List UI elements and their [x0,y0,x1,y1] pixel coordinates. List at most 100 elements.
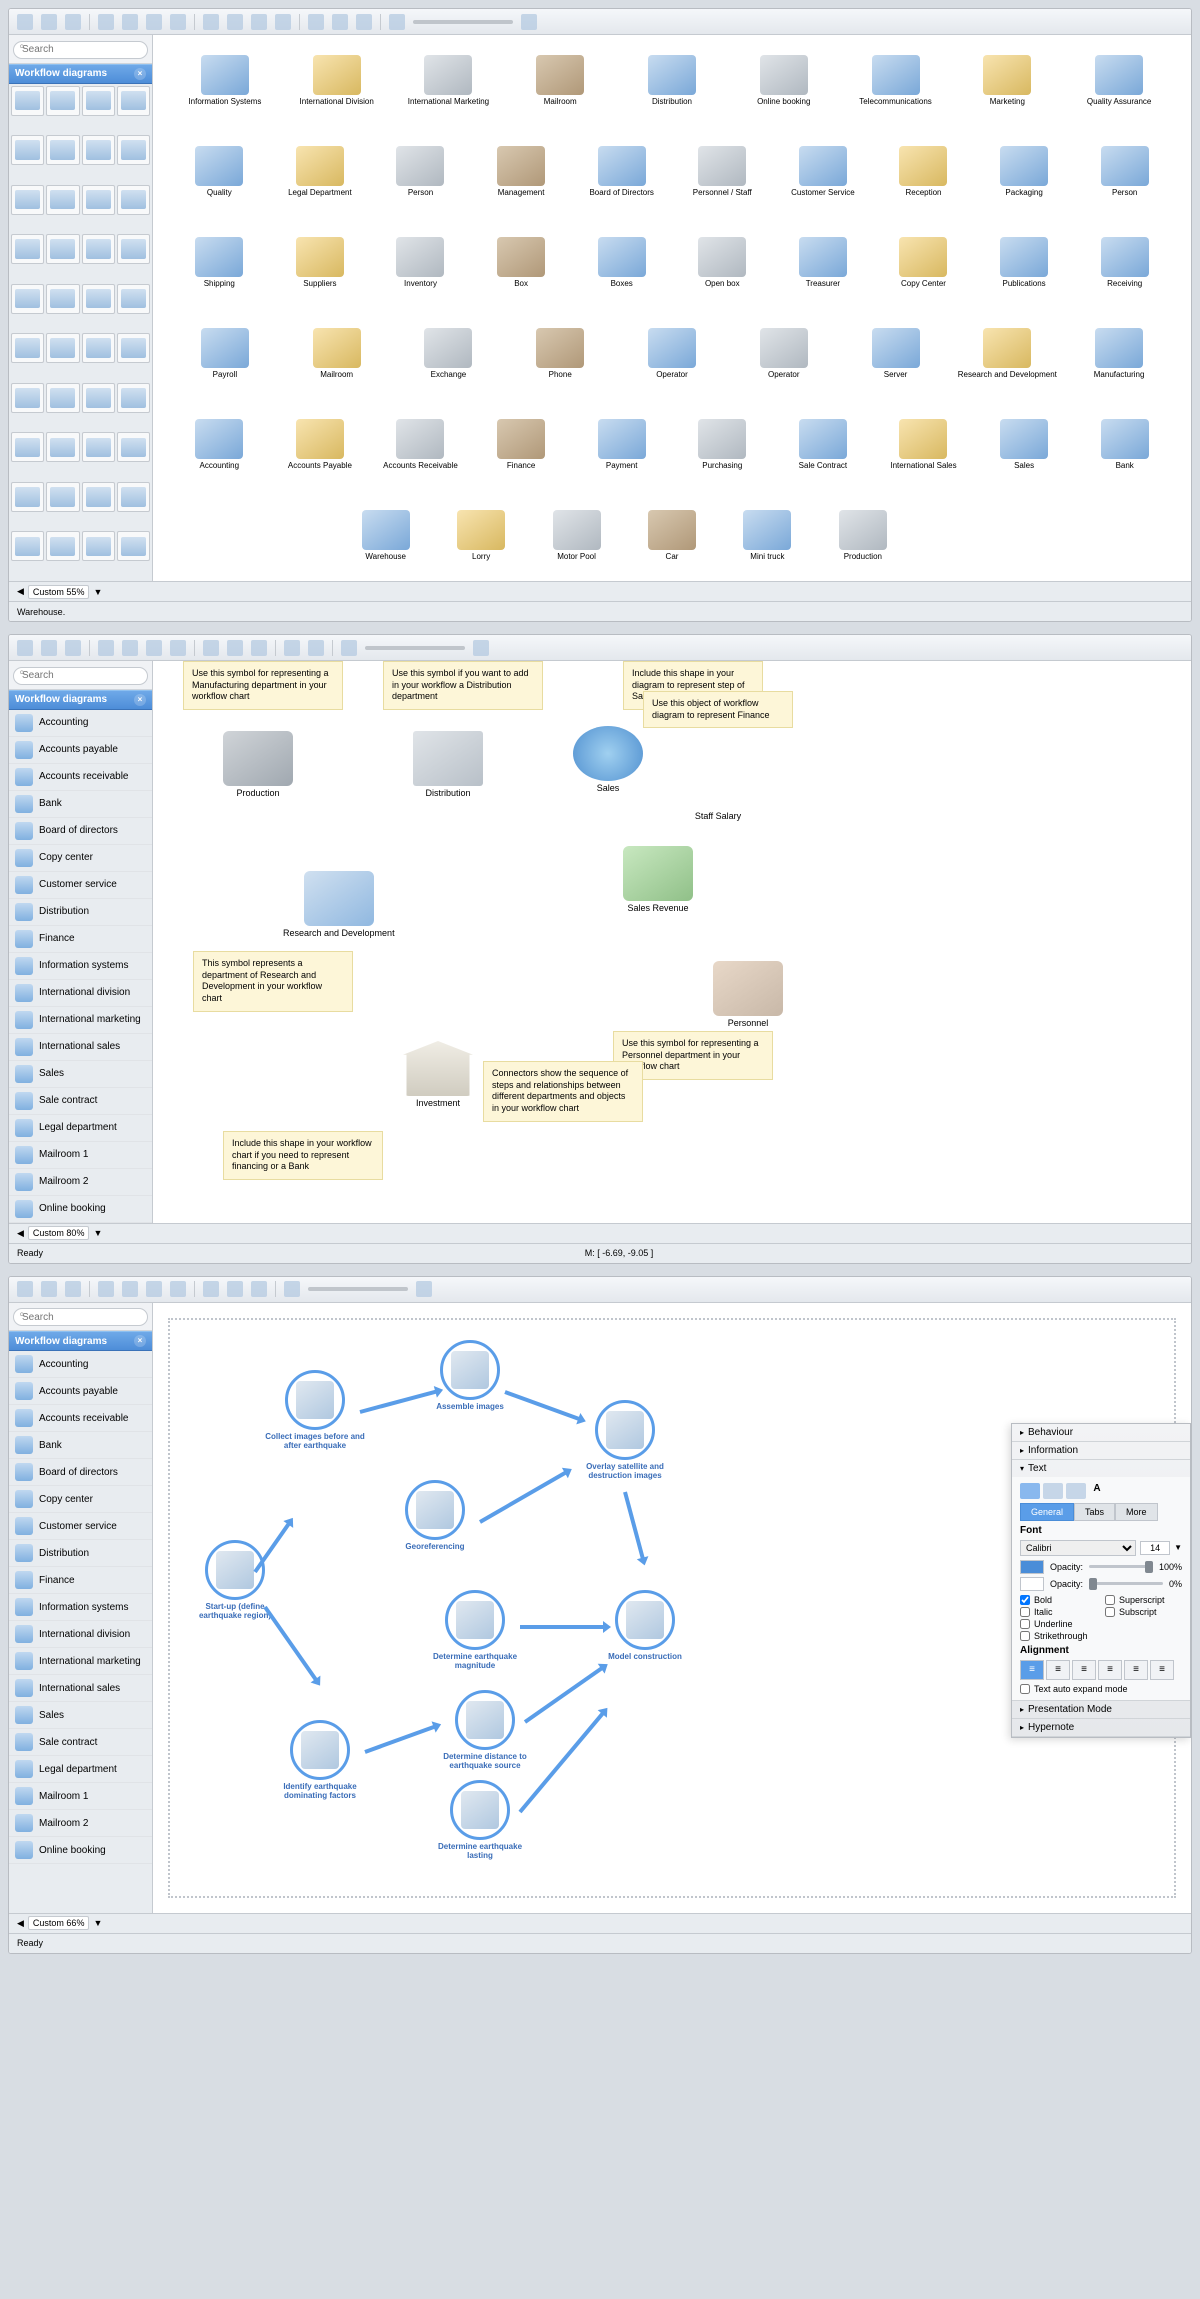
tool-icon[interactable] [17,1281,33,1297]
thumbnail[interactable] [82,135,115,165]
thumbnail[interactable] [46,482,79,512]
section-presentation[interactable]: Presentation Mode [1012,1701,1190,1718]
sidebar-item[interactable]: Accounting [9,710,152,737]
library-icon[interactable]: Phone [508,328,612,379]
chk-italic[interactable]: Italic [1020,1607,1097,1617]
library-icon[interactable]: Manufacturing [1067,328,1171,379]
callout-note[interactable]: Use this symbol if you want to add in yo… [383,661,543,710]
text-icon[interactable]: A [1089,1483,1105,1499]
sidebar-item[interactable]: Information systems [9,953,152,980]
sidebar-item[interactable]: Bank [9,791,152,818]
zoom-out-icon[interactable] [284,1281,300,1297]
node-model[interactable]: Model construction [600,1590,690,1661]
thumbnail[interactable] [82,86,115,116]
align-right-button[interactable]: ≡ [1072,1660,1096,1680]
tool-icon[interactable] [332,14,348,30]
sidebar-item[interactable]: Copy center [9,1486,152,1513]
chk-auto-expand[interactable]: Text auto expand mode [1020,1684,1182,1694]
node-distribution[interactable]: Distribution [413,731,483,798]
thumbnail[interactable] [46,234,79,264]
close-icon[interactable]: × [134,68,146,80]
thumbnail[interactable] [82,185,115,215]
library-icon[interactable]: Open box [676,237,769,288]
thumbnail[interactable] [117,135,150,165]
library-icon[interactable]: Quality Assurance [1067,55,1171,106]
thumbnail[interactable] [46,432,79,462]
sidebar-item[interactable]: Online booking [9,1837,152,1864]
library-icon[interactable]: Box [475,237,568,288]
tool-icon[interactable] [308,14,324,30]
chk-subscript[interactable]: Subscript [1105,1607,1182,1617]
library-icon[interactable]: Packaging [978,146,1071,197]
chk-superscript[interactable]: Superscript [1105,1595,1182,1605]
tool-icon[interactable] [251,14,267,30]
library-icon[interactable]: Operator [620,328,724,379]
thumbnail[interactable] [82,432,115,462]
callout-note[interactable]: Include this shape in your workflow char… [223,1131,383,1180]
node-overlay[interactable]: Overlay satellite and destruction images [570,1400,680,1480]
tool-icon[interactable] [227,1281,243,1297]
sidebar-item[interactable]: Customer service [9,1513,152,1540]
sidebar-item[interactable]: International marketing [9,1648,152,1675]
sidebar-item[interactable]: Accounting [9,1351,152,1378]
thumbnail[interactable] [82,284,115,314]
library-icon[interactable]: Copy Center [877,237,970,288]
sidebar-item[interactable]: Mailroom 2 [9,1810,152,1837]
search-input[interactable] [13,667,148,685]
chk-strike[interactable]: Strikethrough [1020,1631,1097,1641]
sidebar-item[interactable]: Legal department [9,1115,152,1142]
canvas[interactable]: Use this symbol for representing a Manuf… [153,661,1191,1223]
callout-note[interactable]: Connectors show the sequence of steps an… [483,1061,643,1122]
sidebar-item[interactable]: Bank [9,1432,152,1459]
thumbnail[interactable] [82,333,115,363]
library-icon[interactable]: Suppliers [274,237,367,288]
library-icon[interactable]: Management [475,146,568,197]
node-geo[interactable]: Georeferencing [390,1480,480,1551]
zoom-control[interactable]: ◀Custom 55%▼ [17,585,102,599]
section-behaviour[interactable]: Behaviour [1012,1424,1190,1441]
sidebar-item[interactable]: Finance [9,1567,152,1594]
opacity-slider[interactable] [1089,1582,1163,1585]
thumbnail[interactable] [46,333,79,363]
tool-icon[interactable] [122,14,138,30]
thumbnail[interactable] [117,86,150,116]
text-style-icon[interactable] [1020,1483,1040,1499]
sidebar-item[interactable]: Legal department [9,1756,152,1783]
thumbnail[interactable] [11,234,44,264]
thumbnail[interactable] [82,482,115,512]
thumbnail[interactable] [82,531,115,561]
fill-swatch[interactable] [1020,1560,1044,1574]
thumbnail[interactable] [46,135,79,165]
thumbnail[interactable] [46,86,79,116]
sidebar-item[interactable]: International division [9,1621,152,1648]
thumbnail[interactable] [117,333,150,363]
library-icon[interactable]: Payroll [173,328,277,379]
sidebar-item[interactable]: Mailroom 1 [9,1142,152,1169]
tool-icon[interactable] [122,1281,138,1297]
thumbnail[interactable] [117,234,150,264]
zoom-control[interactable]: ◀Custom 66%▼ [17,1916,102,1930]
tool-icon[interactable] [203,14,219,30]
library-icon[interactable]: Warehouse [342,510,429,561]
tool-icon[interactable] [203,640,219,656]
tool-icon[interactable] [284,640,300,656]
library-icon[interactable]: Treasurer [777,237,870,288]
thumbnail[interactable] [117,383,150,413]
align-bottom-button[interactable]: ≡ [1150,1660,1174,1680]
library-icon[interactable]: Receiving [1078,237,1171,288]
thumbnail[interactable] [117,432,150,462]
library-icon[interactable]: Accounts Receivable [374,419,467,470]
library-icon[interactable]: Marketing [955,55,1059,106]
tool-icon[interactable] [170,640,186,656]
library-icon[interactable]: Finance [475,419,568,470]
thumbnail[interactable] [82,234,115,264]
library-icon[interactable]: Information Systems [173,55,277,106]
library-icon[interactable]: Exchange [397,328,501,379]
library-icon[interactable]: Sales [978,419,1071,470]
search-input[interactable] [13,1308,148,1326]
thumbnail[interactable] [11,185,44,215]
library-icon[interactable]: Server [844,328,948,379]
library-icon[interactable]: Online booking [732,55,836,106]
library-icon[interactable]: Person [374,146,467,197]
callout-note[interactable]: This symbol represents a department of R… [193,951,353,1012]
